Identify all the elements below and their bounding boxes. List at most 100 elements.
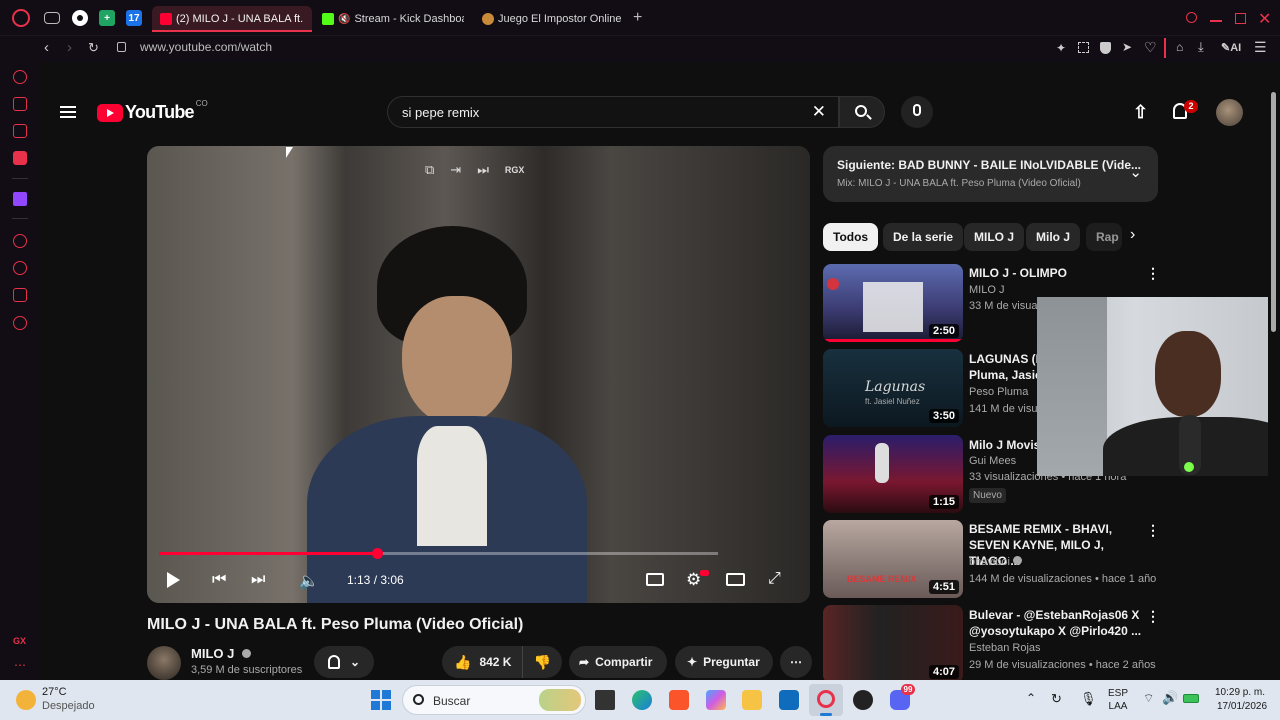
url-field[interactable]: www.youtube.com/watch	[140, 40, 272, 54]
search-tabs-icon[interactable]	[1186, 12, 1197, 23]
gx-corner-icon[interactable]	[13, 97, 27, 111]
close-window-icon[interactable]: ✕	[1258, 9, 1271, 29]
overlay-label[interactable]: RGX	[505, 165, 525, 175]
mic-tray-icon[interactable]: 🎙	[1080, 691, 1097, 707]
history-icon[interactable]	[13, 261, 27, 275]
dislike-button[interactable]: 👎	[522, 646, 562, 678]
task-view-icon[interactable]	[595, 690, 615, 710]
more-icon[interactable]: ⋯	[14, 658, 26, 672]
channel-avatar[interactable]	[147, 646, 181, 680]
forward-icon[interactable]: ›	[67, 39, 72, 56]
related-channel[interactable]: Peso Pluma	[969, 386, 1028, 398]
like-button[interactable]: 👍 842 K	[442, 646, 522, 678]
heart-icon[interactable]: ♡	[1144, 39, 1157, 56]
speed-dial-icon[interactable]	[13, 70, 27, 84]
related-thumb[interactable]: BESAME REMIX 4:51	[823, 520, 963, 598]
taskbar-search-box[interactable]: Buscar	[402, 685, 586, 715]
snapshot-icon[interactable]	[1078, 42, 1089, 53]
chip-milo-j[interactable]: MILO J	[964, 223, 1025, 251]
channel-name[interactable]: MILO J	[191, 646, 251, 661]
related-menu-icon[interactable]: ⋮	[1146, 265, 1160, 281]
aria-ai-icon[interactable]: ✎AI	[1221, 41, 1241, 54]
related-channel[interactable]: MILO J	[969, 284, 1004, 296]
clear-search-icon[interactable]: ✕	[812, 102, 826, 122]
scrollbar-thumb[interactable]	[1271, 92, 1276, 332]
player-icon[interactable]	[13, 234, 27, 248]
weather-widget[interactable]: 27°C Despejado	[16, 686, 136, 714]
related-menu-icon[interactable]: ⋮	[1146, 608, 1160, 624]
calendar-tab-icon[interactable]: 17	[126, 10, 142, 26]
copilot-icon[interactable]	[706, 690, 726, 710]
related-thumb[interactable]: 1:15	[823, 435, 963, 513]
chip-todos[interactable]: Todos	[823, 223, 879, 251]
ask-button[interactable]: ✦ Preguntar	[675, 646, 773, 678]
send-icon[interactable]: ➤	[1122, 40, 1132, 54]
back-icon[interactable]: ‹	[44, 39, 49, 56]
subtitles-icon[interactable]	[646, 573, 664, 586]
shield-icon[interactable]	[1100, 42, 1111, 54]
youtube-logo[interactable]: YouTube CO	[97, 99, 208, 123]
previous-icon[interactable]: ⏮	[212, 571, 226, 589]
windows-start-icon[interactable]	[371, 690, 391, 710]
gx-label-icon[interactable]: GX	[13, 636, 26, 646]
related-title[interactable]: MILO J - OLIMPO	[969, 265, 1144, 281]
search-button[interactable]	[839, 96, 885, 128]
related-menu-icon[interactable]: ⋮	[1146, 522, 1160, 538]
reload-icon[interactable]: ↻	[88, 40, 99, 56]
wifi-icon[interactable]: ⌔	[1143, 691, 1154, 706]
profile-icon[interactable]: ⌂	[1176, 40, 1183, 54]
mute-icon[interactable]: 🔇	[338, 14, 350, 25]
related-thumb[interactable]: 4:07	[823, 605, 963, 680]
volume-tray-icon[interactable]: 🔊	[1162, 690, 1178, 706]
avatar[interactable]	[1216, 99, 1243, 126]
search-box[interactable]: si pepe remix ✕	[387, 96, 839, 128]
sync-icon[interactable]: ↻	[1051, 691, 1062, 707]
related-thumb[interactable]: Lagunas ft. Jasiel Nuñez 3:50	[823, 349, 963, 427]
next-icon[interactable]: ⏭	[251, 571, 265, 589]
game-controller-icon[interactable]	[44, 12, 60, 24]
tab-kick[interactable]: 🔇 Stream - Kick Dashboa	[314, 6, 464, 32]
progress-bar[interactable]	[159, 548, 718, 559]
edge-icon[interactable]	[632, 690, 652, 710]
progress-scrubber[interactable]	[372, 548, 383, 559]
pinned-tab-icon[interactable]	[72, 10, 88, 26]
messenger-icon[interactable]	[13, 151, 27, 165]
chip-serie[interactable]: De la serie	[883, 223, 964, 251]
share-button[interactable]: ➦ Compartir	[569, 646, 667, 678]
page-scrollbar[interactable]	[1268, 62, 1280, 680]
opera-gx-active-icon[interactable]	[809, 684, 843, 716]
settings-icon[interactable]: ⚙	[686, 570, 701, 590]
volume-icon[interactable]: 🔈	[299, 571, 319, 591]
guide-menu-icon[interactable]	[60, 106, 76, 118]
subscribe-bell-button[interactable]: ⌄	[314, 646, 374, 678]
upload-icon[interactable]: ⇧	[1133, 102, 1148, 123]
up-next-panel[interactable]: Siguiente: BAD BUNNY - BAILE INoLVIDABLE…	[823, 146, 1158, 202]
clock-time[interactable]: 10:29 p. m.	[1215, 687, 1265, 698]
pin-icon[interactable]: ✦	[1056, 41, 1066, 55]
tray-chevron-icon[interactable]: ⌃	[1026, 691, 1036, 705]
related-thumb[interactable]: 2:50	[823, 264, 963, 342]
search-input[interactable]: si pepe remix	[402, 105, 479, 120]
voice-search-button[interactable]	[901, 96, 933, 128]
minimize-icon[interactable]	[1210, 20, 1222, 22]
battery-icon[interactable]	[1183, 694, 1199, 703]
related-channel[interactable]: bhaviboi	[969, 556, 1023, 568]
theater-mode-icon[interactable]	[726, 573, 745, 586]
sheets-icon[interactable]: +	[99, 10, 115, 26]
related-title[interactable]: Bulevar - @EstebanRojas06 X @yosoytukapo …	[969, 607, 1144, 639]
new-tab-icon[interactable]: +	[633, 9, 642, 27]
chips-next-icon[interactable]: ›	[1130, 226, 1135, 244]
maximize-icon[interactable]	[1235, 13, 1246, 24]
more-actions-button[interactable]: ⋯	[780, 646, 812, 678]
settings-gear-icon[interactable]	[13, 316, 27, 330]
expand-icon[interactable]: ⌄	[1129, 163, 1142, 181]
video-player[interactable]: ⧉ ⇥ ⏭ RGX ⏮ ⏭ 🔈 1:13 / 3:06 ⚙ ⤢	[147, 146, 810, 603]
language-indicator[interactable]: ESP LAA	[1108, 687, 1128, 713]
tab-impostor[interactable]: Juego El Impostor Online -	[474, 6, 624, 32]
outlook-icon[interactable]	[779, 690, 799, 710]
news-icon[interactable]	[13, 124, 27, 138]
related-channel[interactable]: Gui Mees	[969, 455, 1016, 467]
obs-icon[interactable]	[853, 690, 873, 710]
download-icon[interactable]: ⤓	[1198, 39, 1204, 55]
enter-icon[interactable]: ⇥	[450, 162, 461, 178]
